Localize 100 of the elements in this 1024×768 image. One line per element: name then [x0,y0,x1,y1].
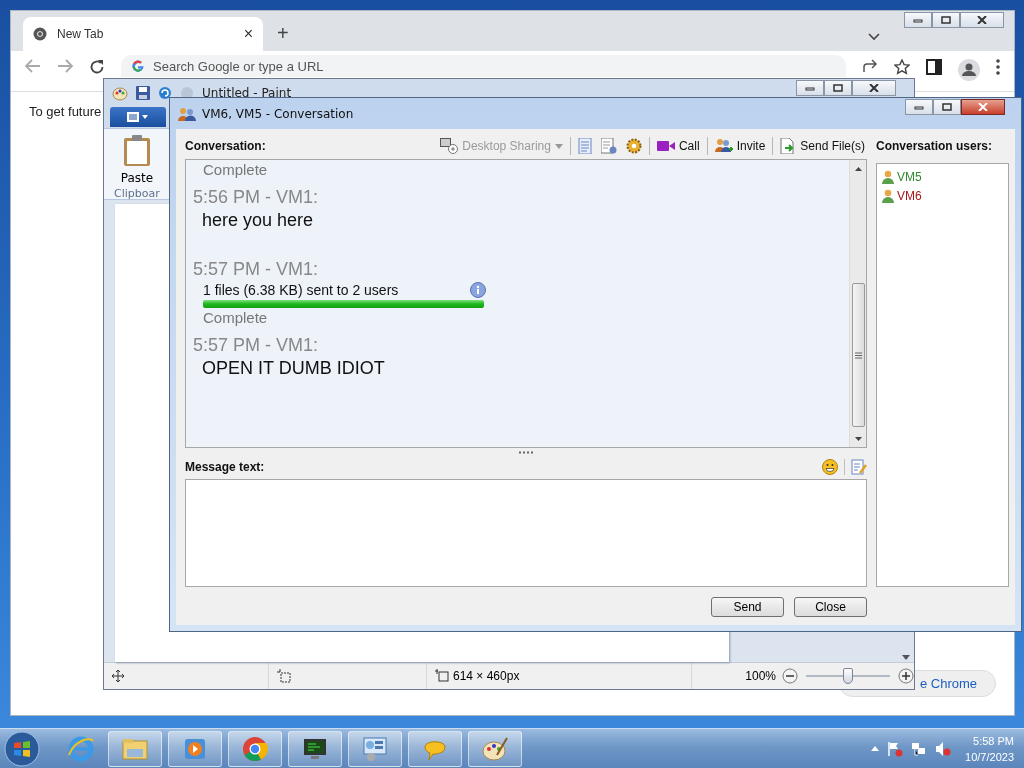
maximize-icon [833,84,843,92]
message-field[interactable] [185,479,867,587]
section-label: Conversation: [185,139,266,153]
toolbar-button[interactable]: Send File(s) [778,138,867,154]
tab-close-button[interactable]: × [243,25,253,43]
maximize-button[interactable] [824,80,852,96]
user-icon [882,169,894,184]
file-send-icon [780,138,797,154]
start-button[interactable] [4,730,40,767]
sidebar-icon[interactable] [926,59,942,75]
star-icon[interactable] [894,59,910,75]
minimize-button[interactable] [904,12,932,28]
maximize-button[interactable] [932,12,960,28]
chrome-icon [241,734,269,763]
message-text: OPEN IT DUMB IDIOT [202,357,386,380]
scrollbar[interactable] [849,160,866,447]
slider-thumb[interactable] [843,668,853,684]
up-arrow-icon [854,166,862,171]
zoom-slider[interactable] [806,666,890,686]
user-icon [882,188,894,203]
document-icon[interactable] [598,138,619,154]
zoom-percent: 100% [745,669,777,683]
dialog-button[interactable]: Close [794,597,867,617]
selection-icon [277,669,291,683]
minimize-button[interactable] [905,99,933,115]
paint-app-icon [112,84,128,101]
video-camera-icon [656,140,675,152]
user-name[interactable]: VM5 [897,169,922,184]
window-title: Untitled - Paint [202,85,292,100]
start-orb-icon [4,730,40,767]
message-header: 5:57 PM - VM1: [193,258,320,280]
scroll-thumb[interactable] [851,283,865,427]
toolbar-button[interactable]: Call [654,139,702,153]
close-icon [978,103,988,111]
toolbar-button[interactable]: Invite [712,138,768,154]
maximize-icon [941,16,951,24]
dialog-button[interactable]: Send [711,597,784,617]
chevron-down-icon[interactable] [868,33,880,41]
minimize-icon [913,17,923,23]
info-icon[interactable] [470,282,486,298]
zoom-out-button[interactable] [782,668,798,684]
maximize-icon [942,103,952,111]
transfer-text: 1 files (6.38 KB) sent to 2 users [203,282,399,298]
speaker-icon[interactable] [935,740,952,757]
chrome-logo-icon [33,27,47,41]
paint-menu-button[interactable] [110,107,166,127]
browser-tab[interactable]: New Tab × [23,17,263,51]
close-button[interactable] [852,80,896,96]
scroll-down-icon[interactable] [902,655,910,660]
group-label: Clipboar [114,187,160,200]
status-text: Complete [203,160,269,180]
minimize-icon [914,104,924,110]
network-icon[interactable] [911,740,928,757]
close-icon [869,84,879,92]
reload-icon[interactable] [89,59,105,75]
smiley-icon[interactable] [822,459,838,475]
undo-icon[interactable] [158,85,172,100]
zoom-in-button[interactable] [898,668,914,684]
maximize-button[interactable] [933,99,961,115]
status-text: Complete [203,308,269,328]
close-button[interactable] [960,12,1004,28]
tab-title: New Tab [57,27,105,41]
profile-icon[interactable] [958,59,980,81]
settings-panel-icon [361,734,389,763]
page-text: To get future [29,104,102,119]
grip-icon [854,351,862,359]
close-icon [977,16,987,24]
menu-icon[interactable] [996,59,1000,75]
splitter-grip-icon[interactable] [519,451,533,454]
close-button[interactable] [961,99,1005,115]
add-user-icon [714,138,733,154]
clipboard-icon [123,135,151,167]
menu-icon [127,112,149,122]
minimize-button[interactable] [796,80,824,96]
monitor-icon [440,138,459,154]
message-text: here you here [202,209,315,232]
clock-date: 10/7/2023 [965,749,1014,765]
window-title: VM6, VM5 - Conversation [202,106,355,121]
caret-icon [554,143,563,149]
message-header: 5:56 PM - VM1: [193,186,320,208]
move-icon [112,670,124,682]
minus-icon [782,668,798,684]
browser-e-icon [67,734,95,763]
canvas-size-text: 614 × 460px [453,669,520,683]
share-icon[interactable] [862,59,878,73]
caret-up-icon[interactable] [871,746,880,751]
canvas-size-icon [435,669,449,683]
save-icon[interactable] [136,85,150,100]
minimize-icon [805,85,815,91]
down-arrow-icon [854,436,862,441]
user-name[interactable]: VM6 [897,188,922,203]
address-field[interactable]: Search Google or type a URL [121,55,846,77]
section-label: Conversation users: [876,139,993,153]
flag-icon[interactable] [887,740,904,757]
users-icon [178,106,196,121]
taskbar-button[interactable] [288,730,342,767]
paste-button[interactable]: Paste [114,133,160,187]
new-tab-button[interactable]: + [271,22,295,51]
clock-time: 5:58 PM [973,733,1014,749]
section-label: Message text: [185,460,265,474]
